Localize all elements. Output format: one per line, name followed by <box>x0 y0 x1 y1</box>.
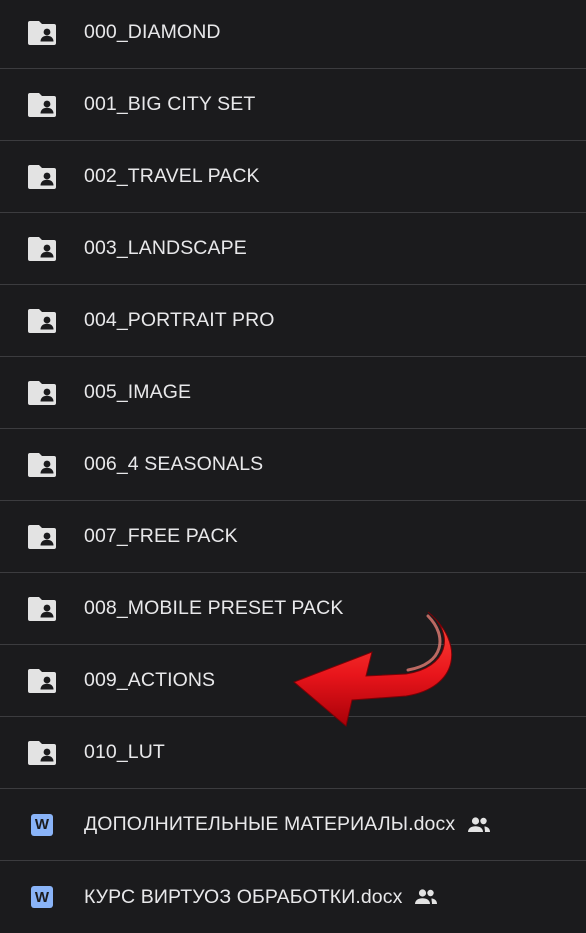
file-row[interactable]: 000_DIAMOND <box>0 0 586 69</box>
word-badge: W <box>31 813 53 836</box>
file-name: 005_IMAGE <box>84 381 192 403</box>
word-document-icon: W <box>26 811 58 839</box>
file-name: 009_ACTIONS <box>84 669 216 691</box>
file-name: 001_BIG CITY SET <box>84 93 256 115</box>
shared-folder-icon <box>26 595 58 623</box>
shared-folder-icon <box>26 379 58 407</box>
file-row[interactable]: 006_4 SEASONALS <box>0 429 586 501</box>
file-row[interactable]: 007_FREE PACK <box>0 501 586 573</box>
file-name: 000_DIAMOND <box>84 21 221 43</box>
file-name: 002_TRAVEL PACK <box>84 165 260 187</box>
shared-folder-icon <box>26 307 58 335</box>
file-row[interactable]: 001_BIG CITY SET <box>0 69 586 141</box>
file-row[interactable]: W КУРС ВИРТУОЗ ОБРАБОТКИ.docx <box>0 861 586 933</box>
file-row[interactable]: W ДОПОЛНИТЕЛЬНЫЕ МАТЕРИАЛЫ.docx <box>0 789 586 861</box>
file-name: ДОПОЛНИТЕЛЬНЫЕ МАТЕРИАЛЫ.docx <box>84 813 456 835</box>
shared-folder-icon <box>26 163 58 191</box>
shared-folder-icon <box>26 667 58 695</box>
file-name: 007_FREE PACK <box>84 525 238 547</box>
file-name: 004_PORTRAIT PRO <box>84 309 275 331</box>
people-icon <box>467 816 491 834</box>
file-row[interactable]: 003_LANDSCAPE <box>0 213 586 285</box>
shared-folder-icon <box>26 523 58 551</box>
file-name: 006_4 SEASONALS <box>84 453 264 475</box>
file-row[interactable]: 009_ACTIONS <box>0 645 586 717</box>
shared-folder-icon <box>26 739 58 767</box>
file-list: 000_DIAMOND 001_BIG CITY SET 002_TRAVEL … <box>0 0 586 933</box>
people-icon <box>414 888 438 906</box>
word-badge: W <box>31 886 53 908</box>
shared-folder-icon <box>26 19 58 47</box>
file-row[interactable]: 002_TRAVEL PACK <box>0 141 586 213</box>
file-name: КУРС ВИРТУОЗ ОБРАБОТКИ.docx <box>84 885 403 908</box>
shared-folder-icon <box>26 91 58 119</box>
file-name: 008_MOBILE PRESET PACK <box>84 597 344 619</box>
file-row[interactable]: 008_MOBILE PRESET PACK <box>0 573 586 645</box>
file-row[interactable]: 005_IMAGE <box>0 357 586 429</box>
file-name: 003_LANDSCAPE <box>84 237 247 259</box>
file-name: 010_LUT <box>84 741 165 763</box>
shared-folder-icon <box>26 451 58 479</box>
shared-folder-icon <box>26 235 58 263</box>
word-document-icon: W <box>26 883 58 911</box>
file-row[interactable]: 010_LUT <box>0 717 586 789</box>
file-row[interactable]: 004_PORTRAIT PRO <box>0 285 586 357</box>
